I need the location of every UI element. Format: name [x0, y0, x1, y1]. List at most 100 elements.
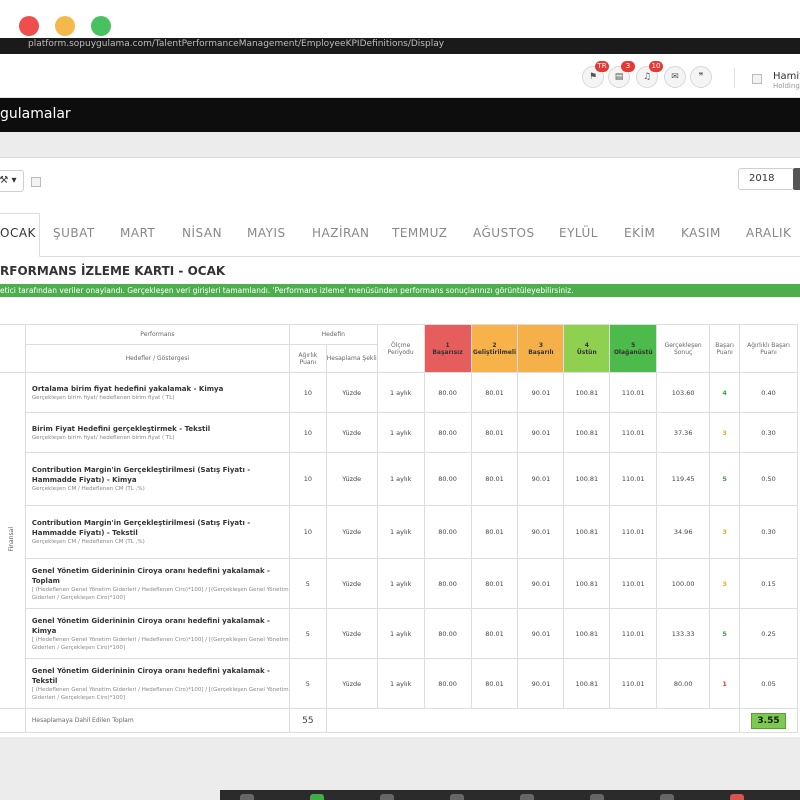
total-weight: 55	[288, 708, 327, 733]
level-2-header: 2 Geliştirilmeli	[470, 324, 519, 373]
level-2-cell: 80.01	[470, 452, 519, 506]
table-row[interactable]: Genel Yönetim Giderininin Ciroya oranı h…	[0, 608, 798, 659]
minimize-window-icon[interactable]	[55, 16, 75, 36]
taskbar-app-icon[interactable]	[240, 794, 254, 800]
result-cell: 80.00	[656, 658, 711, 709]
level-3-cell: 90.01	[517, 558, 565, 609]
tab-agustos[interactable]: AĞUSTOS	[473, 226, 535, 240]
olcme-periyodu-header: Ölçme Periyodu	[376, 324, 425, 373]
score-cell: 4	[709, 372, 741, 413]
taskbar-app-icon[interactable]	[730, 794, 744, 800]
level-2-cell: 80.01	[470, 558, 519, 609]
gerceklesen-sonuc-header: Gerçekleşen Sonuç	[656, 324, 711, 373]
maximize-window-icon[interactable]	[91, 16, 111, 36]
level-4-cell: 100.81	[563, 558, 611, 609]
address-bar[interactable]: platform.sopuygulama.com/TalentPerforman…	[0, 38, 800, 54]
kpi-title: Genel Yönetim Giderininin Ciroya oranı h…	[31, 666, 270, 685]
period-cell: 1 aylık	[376, 658, 425, 709]
level-4-cell: 100.81	[563, 412, 611, 453]
level-5-cell: 110.01	[609, 412, 658, 453]
broken-image-icon	[31, 177, 41, 187]
tab-ocak[interactable]: OCAK	[0, 226, 36, 240]
tab-haziran[interactable]: HAZİRAN	[312, 226, 370, 240]
tab-ekim[interactable]: EKİM	[624, 226, 655, 240]
performans-header: Performans	[24, 324, 290, 345]
weighted-score-cell: 0.15	[739, 558, 798, 609]
page-title: gulamalar	[0, 106, 71, 122]
avatar[interactable]	[752, 74, 762, 84]
kpi-formula: Gerçekleşen birim fiyat/ hedeflenen biri…	[31, 394, 175, 401]
taskbar-app-icon[interactable]	[380, 794, 394, 800]
tools-dropdown-button[interactable]: ⚒ ▾	[0, 170, 24, 192]
score-cell: 3	[709, 505, 741, 559]
tab-subat[interactable]: ŞUBAT	[53, 226, 95, 240]
agirlikli-basari-header: Ağırlıklı Başarı Puanı	[739, 324, 798, 373]
mail-icon[interactable]: ✉	[664, 66, 686, 88]
kpi-title: Birim Fiyat Hedefini gerçekleştirmek - T…	[31, 424, 211, 433]
result-cell: 103.60	[656, 372, 711, 413]
close-window-icon[interactable]	[19, 16, 39, 36]
level-3-cell: 90.01	[517, 452, 565, 506]
chat-icon[interactable]: ❞	[690, 66, 712, 88]
taskbar-app-icon[interactable]	[520, 794, 534, 800]
tab-mart[interactable]: MART	[120, 226, 155, 240]
weight-cell: 5	[288, 608, 327, 659]
taskbar-app-icon[interactable]	[310, 794, 324, 800]
messages-icon[interactable]: ▤ 3	[608, 61, 635, 88]
tab-nisan[interactable]: NİSAN	[182, 226, 222, 240]
tab-mayis[interactable]: MAYIS	[247, 226, 286, 240]
taskbar-app-icon[interactable]	[450, 794, 464, 800]
kpi-formula: Gerçekleşen CM / Hedeflenen CM (TL ,%)	[31, 539, 145, 545]
tab-eylul[interactable]: EYLÜL	[559, 226, 598, 240]
calc-cell: Yüzde	[325, 452, 378, 506]
language-icon[interactable]: ⚑ TR	[582, 61, 609, 88]
period-cell: 1 aylık	[376, 608, 425, 659]
taskbar-app-icon[interactable]	[590, 794, 604, 800]
messages-badge: 3	[621, 61, 635, 72]
level-4-header: 4 Üstün	[563, 324, 611, 373]
tab-temmuz[interactable]: TEMMUZ	[392, 226, 447, 240]
basari-puani-header: Başarı Puanı	[709, 324, 741, 373]
level-1-header: 1 Başarısız	[423, 324, 472, 373]
table-row[interactable]: Genel Yönetim Giderininin Ciroya oranı h…	[0, 558, 798, 609]
weight-cell: 10	[288, 412, 327, 453]
hesaplama-sekli-header: Hesaplama Şekli	[325, 344, 378, 373]
result-cell: 37.36	[656, 412, 711, 453]
table-row[interactable]: Contribution Margin'in Gerçekleştirilmes…	[0, 505, 798, 559]
kpi-formula: Gerçekleşen birim fiyat/ hedeflenen biri…	[31, 434, 175, 441]
level-5-cell: 110.01	[609, 505, 658, 559]
level-1-cell: 80.00	[423, 608, 472, 659]
level-1-cell: 80.00	[423, 412, 472, 453]
app-window: platform.sopuygulama.com/TalentPerforman…	[0, 0, 800, 800]
top-navbar: ⚑ TR ▤ 3 ♫ 10 ✉ ❞	[0, 54, 800, 98]
level-5-cell: 110.01	[609, 608, 658, 659]
hedefler-header: Hedefler / Göstergesi	[24, 344, 290, 373]
level-3-cell: 90.01	[517, 505, 565, 559]
table-row[interactable]: Contribution Margin'in Gerçekleştirilmes…	[0, 452, 798, 506]
period-cell: 1 aylık	[376, 505, 425, 559]
year-select[interactable]: 2018	[738, 168, 794, 190]
table-row[interactable]: Genel Yönetim Giderininin Ciroya oranı h…	[0, 658, 798, 709]
kpi-formula: [ (Hedeflenen Genel Yönetim Giderleri / …	[31, 636, 289, 651]
performance-table: Performans Hedefin Ölçme Periyodu 1 Başar…	[0, 324, 798, 733]
level-2-cell: 80.01	[470, 372, 519, 413]
hedefin-header: Hedefin	[288, 324, 378, 345]
user-company: Holding	[773, 82, 800, 90]
group-header-cell	[0, 324, 26, 373]
approval-notice: etici tarafından veriler onaylandı. Gerç…	[0, 284, 800, 297]
taskbar-app-icon[interactable]	[660, 794, 674, 800]
bell-icon[interactable]: ♫ 10	[636, 61, 663, 88]
level-3-cell: 90.01	[517, 658, 565, 709]
tab-kasim[interactable]: KASIM	[681, 226, 721, 240]
weighted-score-cell: 0.50	[739, 452, 798, 506]
year-go-button[interactable]	[793, 168, 800, 190]
period-cell: 1 aylık	[376, 558, 425, 609]
tab-aralik[interactable]: ARALIK	[746, 226, 791, 240]
weighted-score-cell: 0.25	[739, 608, 798, 659]
user-name[interactable]: Hamit	[773, 71, 800, 82]
table-row[interactable]: Finansal Ortalama birim fiyat hedefini y…	[0, 372, 798, 709]
kpi-formula: [ (Hedeflenen Genel Yönetim Giderleri / …	[31, 686, 289, 701]
group-cell: Finansal	[0, 372, 26, 709]
result-cell: 133.33	[656, 608, 711, 659]
table-row[interactable]: Birim Fiyat Hedefini gerçekleştirmek - T…	[0, 412, 798, 453]
